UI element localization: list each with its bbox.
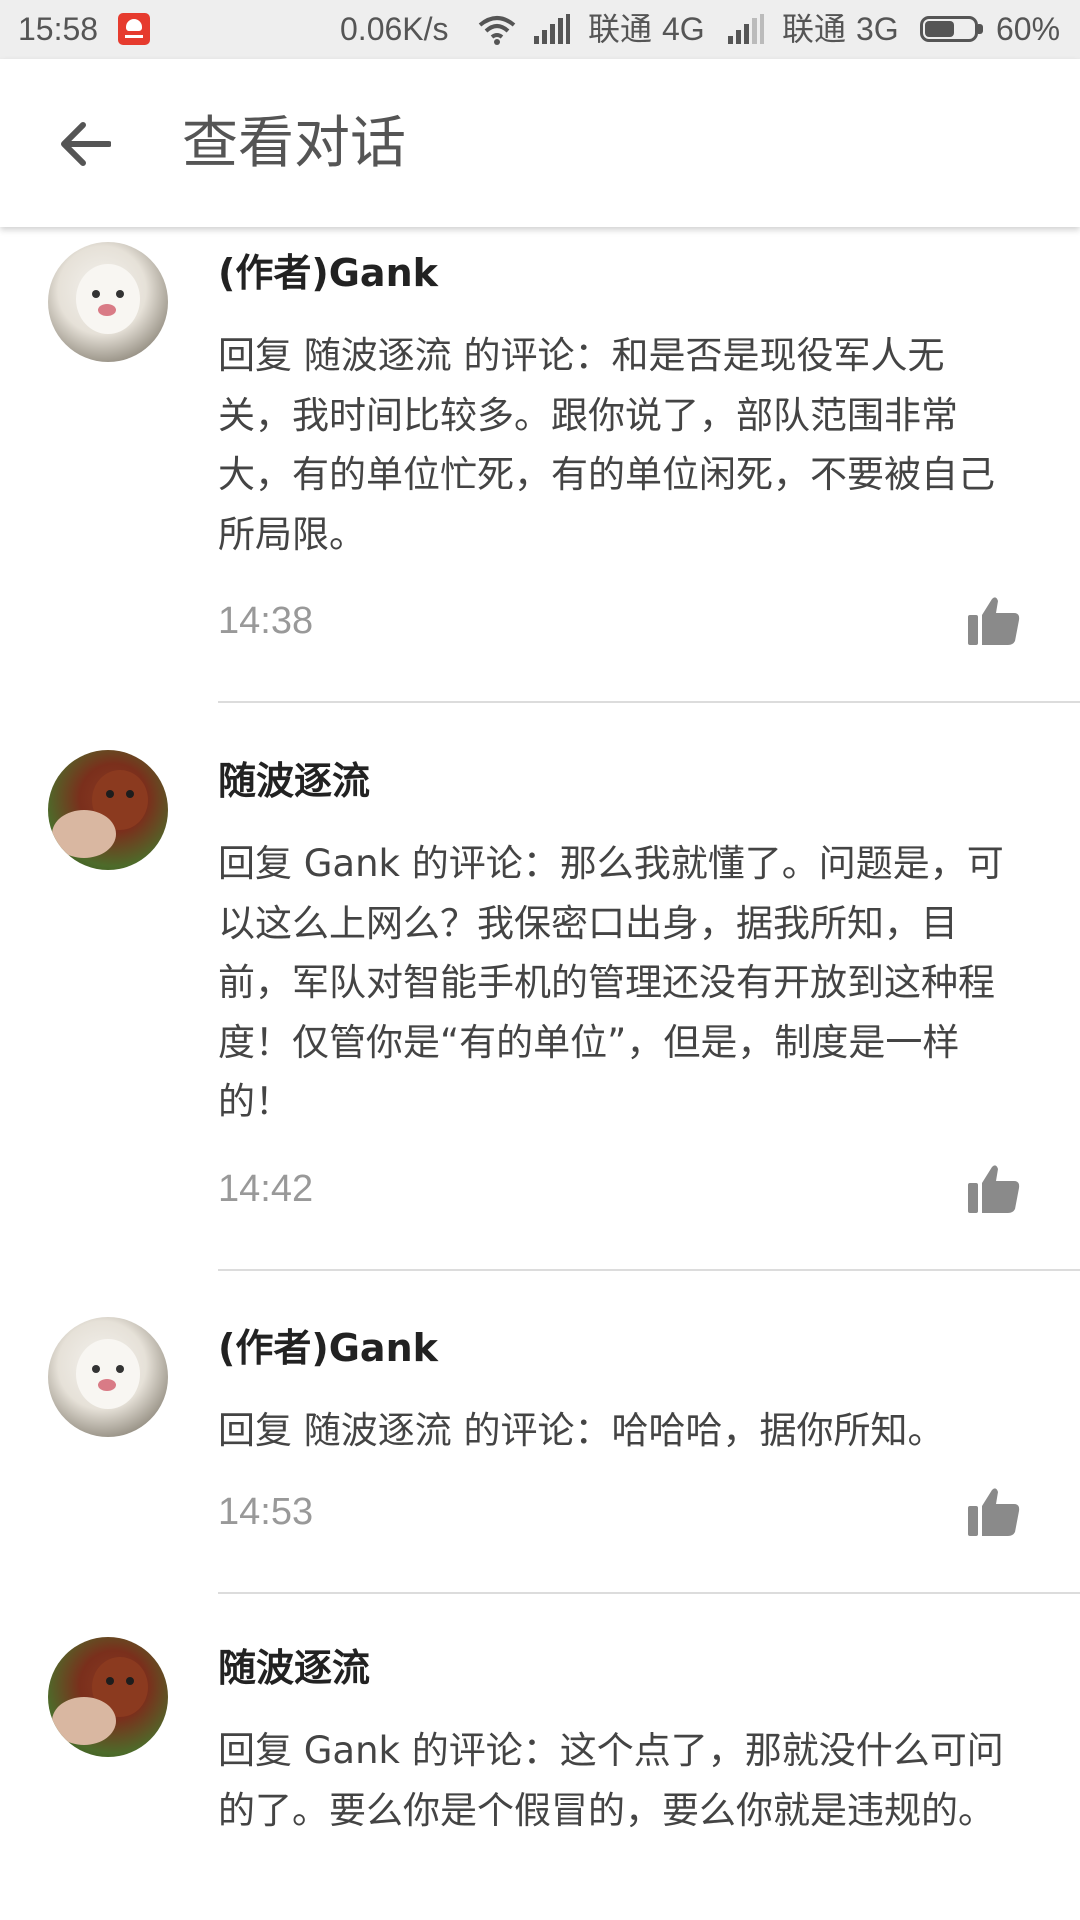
battery-icon [920,16,984,44]
notification-app-icon [118,13,150,45]
avatar-brown-poodle[interactable] [48,750,168,870]
back-button[interactable] [40,99,130,189]
signal-4g-icon [534,14,570,44]
thumbs-up-icon[interactable] [966,593,1022,649]
arrow-left-icon [61,122,111,166]
comment-time: 14:38 [218,600,314,642]
network-type-1: 4G [662,11,705,47]
comment-time: 14:53 [218,1491,314,1533]
status-bar: 15:58 0.06K/s 联通 4G 联通 3G 60% [0,0,1080,59]
comment-text: 回复 Gank 的评论：这个点了，那就没什么可问的了。要么你是个假冒的，要么你就… [218,1729,1004,1832]
comment-time: 14:42 [218,1168,314,1210]
network-type-2: 3G [856,11,899,47]
wifi-icon [478,16,516,45]
carrier-1: 联通 [588,11,653,47]
avatar-white-poodle[interactable] [48,1317,168,1437]
comment-text: 回复 随波逐流 的评论：哈哈哈，据你所知。 [218,1409,945,1452]
thumbs-up-icon[interactable] [966,1161,1022,1217]
avatar-white-poodle[interactable] [48,242,168,362]
avatar-brown-poodle[interactable] [48,1637,168,1757]
top-app-bar: 查看对话 [0,59,1080,227]
carrier-2: 联通 [782,11,847,47]
comment-author[interactable]: 随波逐流 [218,756,370,806]
thumbs-up-icon[interactable] [966,1484,1022,1540]
divider [218,701,1080,703]
divider [218,1269,1080,1271]
network-speed: 0.06K/s [340,11,449,47]
comment-text: 回复 随波逐流 的评论：和是否是现役军人无关，我时间比较多。跟你说了，部队范围非… [218,334,995,556]
comment-author[interactable]: (作者)Gank [218,248,438,298]
status-time: 15:58 [18,11,99,47]
comment-author[interactable]: 随波逐流 [218,1643,370,1693]
divider [218,1592,1080,1594]
comment-author[interactable]: (作者)Gank [218,1323,438,1373]
page-title: 查看对话 [182,111,406,176]
comment-text: 回复 Gank 的评论：那么我就懂了。问题是，可以这么上网么？我保密口出身，据我… [218,842,1004,1123]
signal-3g-icon [728,14,764,44]
battery-percent: 60% [996,11,1061,47]
conversation-list[interactable]: (作者)Gank 回复 随波逐流 的评论：和是否是现役军人无关，我时间比较多。跟… [0,227,1080,1920]
